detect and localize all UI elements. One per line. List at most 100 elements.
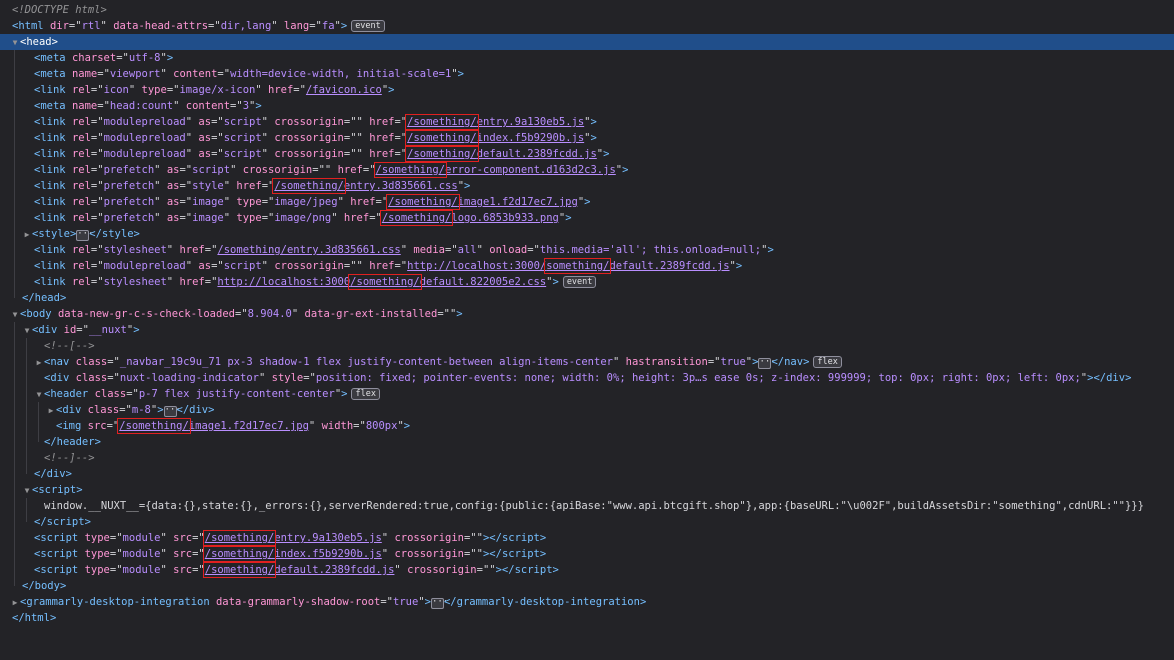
node-script-text[interactable]: window.__NUXT__={data:{},state:{},_error… [0,498,1174,514]
highlighted-path[interactable]: /something/ [373,162,448,178]
flex-badge[interactable]: flex [813,356,842,368]
node-head[interactable]: ▼ <head> [0,34,1174,50]
highlighted-path[interactable]: /something/ [202,530,277,546]
node-link[interactable]: <link rel="prefetch" as="image" type="im… [0,210,1174,226]
resource-link[interactable]: /favicon.ico [306,84,382,96]
highlighted-path[interactable]: /something/ [405,114,479,130]
resource-link[interactable]: logo.6853b933.png [451,212,558,224]
highlighted-path[interactable]: /something/ [386,194,460,210]
chevron-down-icon[interactable]: ▼ [10,307,20,323]
node-script[interactable]: <script type="module" src="/something/in… [0,546,1174,562]
node-script-close[interactable]: </script> [0,514,1174,530]
node-script[interactable]: <script type="module" src="/something/de… [0,562,1174,578]
highlighted-path[interactable]: /something/ [405,130,479,146]
chevron-down-icon[interactable]: ▼ [10,35,20,51]
ellipsis-icon[interactable]: ··· [163,406,181,417]
node-link[interactable]: <link rel="modulepreload" as="script" cr… [0,114,1174,130]
attr-value: width=device-width, initial-scale=1 [230,68,452,80]
tag-name: meta [40,100,66,112]
resource-link[interactable]: error-component.d163d2c3.js [445,164,616,176]
highlighted-path[interactable]: /something/ [379,210,454,226]
node-meta[interactable]: <meta charset="utf-8"> [0,50,1174,66]
node-doctype[interactable]: <!DOCTYPE html> [0,2,1174,18]
chevron-down-icon[interactable]: ▼ [34,387,44,403]
node-meta[interactable]: <meta name="head:count" content="3"> [0,98,1174,114]
attr-name: rel [71,260,91,272]
resource-link[interactable]: image1.f2d17ec7.jpg [189,420,309,432]
event-badge[interactable]: event [351,20,385,32]
node-grammarly[interactable]: ▶ <grammarly-desktop-integration data-gra… [0,594,1174,610]
node-div-close[interactable]: </div> [0,466,1174,482]
resource-link[interactable]: entry.3d835661.css [344,180,458,192]
resource-link[interactable]: default.2389fcdd.js [609,260,729,272]
resource-link[interactable]: default.2389fcdd.js [477,148,597,160]
node-link[interactable]: <link rel="stylesheet" href="/something/… [0,242,1174,258]
node-nav[interactable]: ▶ <nav class="_navbar_19c9u_71 px-3 shado… [0,354,1174,370]
node-header-close[interactable]: </header> [0,434,1174,450]
node-script[interactable]: ▼ <script> [0,482,1174,498]
node-html-close[interactable]: </html> [0,610,1174,626]
flex-badge[interactable]: flex [351,388,380,400]
chevron-right-icon[interactable]: ▶ [22,227,32,243]
node-style[interactable]: ▶ <style>···</style> [0,226,1174,242]
node-header[interactable]: ▼ <header class="p-7 flex justify-content… [0,386,1174,402]
closing-tag: /html [18,612,50,624]
node-html[interactable]: <html dir="rtl" data-head-attrs="dir,lan… [0,18,1174,34]
highlighted-path[interactable]: something/ [544,258,612,274]
ellipsis-icon[interactable]: ··· [76,230,94,241]
resource-link[interactable]: image1.f2d17ec7.jpg [458,196,578,208]
tag-name: script [40,532,79,544]
resource-link[interactable]: index.f5b9290b.js [477,132,584,144]
node-script[interactable]: <script type="module" src="/something/en… [0,530,1174,546]
node-link[interactable]: <link rel="modulepreload" as="script" cr… [0,258,1174,274]
node-comment[interactable]: <!--[--> [0,338,1174,354]
node-body-close[interactable]: </body> [0,578,1174,594]
chevron-down-icon[interactable]: ▼ [22,323,32,339]
chevron-right-icon[interactable]: ▶ [34,355,44,371]
attr-name: crossorigin [274,132,344,144]
tag-name: div [62,404,82,416]
node-link[interactable]: <link rel="prefetch" as="image" type="im… [0,194,1174,210]
closing-tag: /div [1099,372,1126,384]
highlighted-path[interactable]: /something/ [117,418,191,434]
highlighted-path[interactable]: /something/ [202,546,277,562]
node-link[interactable]: <link rel="modulepreload" as="script" cr… [0,130,1174,146]
closing-tag: /style [95,228,134,240]
attr-name: class [75,372,108,384]
node-comment[interactable]: <!--]--> [0,450,1174,466]
resource-link[interactable]: /something/entry.3d835661.css [217,244,400,256]
tag-name: body [26,308,52,320]
node-div-nuxt[interactable]: ▼ <div id="__nuxt"> [0,322,1174,338]
node-head-close[interactable]: </head> [0,290,1174,306]
ellipsis-icon[interactable]: ··· [430,598,448,609]
highlighted-path[interactable]: /something/ [272,178,346,194]
resource-link[interactable]: default.822005e2.css [420,276,546,288]
event-badge[interactable]: event [562,276,597,288]
node-link[interactable]: <link rel="stylesheet" href="http://loca… [0,274,1174,290]
attr-name: as [166,164,180,176]
node-link[interactable]: <link rel="prefetch" as="style" href="/s… [0,178,1174,194]
resource-link[interactable]: index.f5b9290b.js [274,548,381,560]
chevron-right-icon[interactable]: ▶ [10,595,20,611]
node-link[interactable]: <link rel="prefetch" as="script" crossor… [0,162,1174,178]
attr-value: script [223,132,262,144]
highlighted-path[interactable]: /something/ [202,562,277,578]
node-div-m8[interactable]: ▶ <div class="m-8">···</div> [0,402,1174,418]
node-img[interactable]: <img src="/something/image1.f2d17ec7.jpg… [0,418,1174,434]
node-link[interactable]: <link rel="modulepreload" as="script" cr… [0,146,1174,162]
attr-name: id [63,324,77,336]
node-body[interactable]: ▼ <body data-new-gr-c-s-check-loaded="8.9… [0,306,1174,322]
highlighted-path[interactable]: /something/ [405,146,479,162]
node-div-loading[interactable]: <div class="nuxt-loading-indicator" styl… [0,370,1174,386]
node-meta[interactable]: <meta name="viewport" content="width=dev… [0,66,1174,82]
resource-link[interactable]: default.2389fcdd.js [274,564,394,576]
resource-link[interactable]: http://localhost:3000 [217,276,350,288]
resource-link[interactable]: entry.9a130eb5.js [477,116,584,128]
chevron-right-icon[interactable]: ▶ [46,403,56,419]
node-link[interactable]: <link rel="icon" type="image/x-icon" hre… [0,82,1174,98]
resource-link[interactable]: http://localhost:3000/ [407,260,546,272]
resource-link[interactable]: entry.9a130eb5.js [274,532,381,544]
chevron-down-icon[interactable]: ▼ [22,483,32,499]
ellipsis-icon[interactable]: ··· [758,358,776,369]
highlighted-path[interactable]: /something/ [348,274,422,290]
